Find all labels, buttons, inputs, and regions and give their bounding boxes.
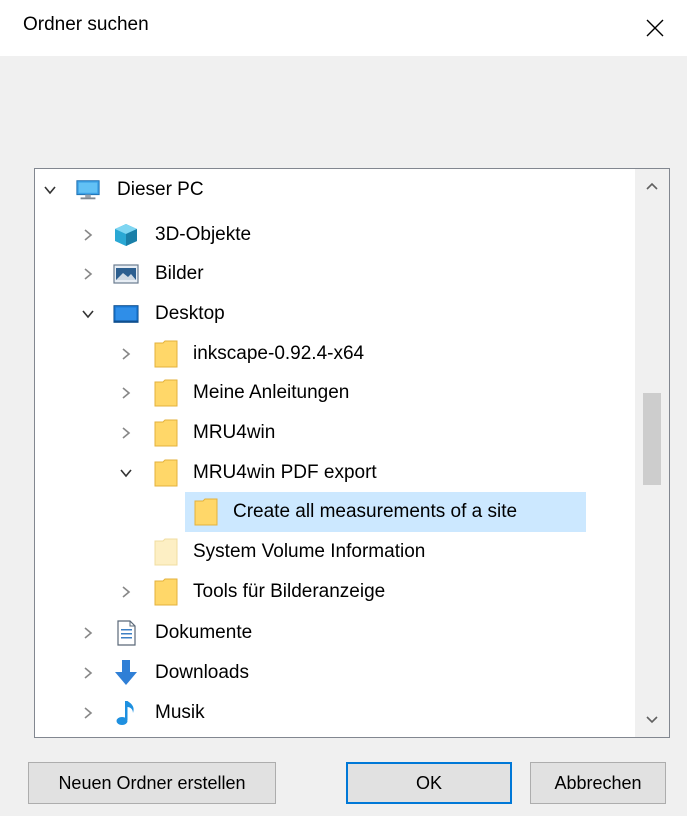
documents-icon [113,620,139,646]
title-bar: Ordner suchen [0,0,687,56]
chevron-down-icon [646,716,658,724]
tree-item-system-volume-information[interactable]: System Volume Information [35,532,635,572]
chevron-right-icon[interactable] [117,424,135,442]
tree-item-tools-fuer-bilderanzeige[interactable]: Tools für Bilderanzeige [35,572,635,612]
tree-item-create-all-measurements[interactable]: Create all measurements of a site [35,492,635,532]
tree-item-dieser-pc[interactable]: Dieser PC [35,170,635,210]
tree-item-label: Tools für Bilderanzeige [193,581,386,602]
chevron-right-icon[interactable] [117,345,135,363]
ok-button[interactable]: OK [346,762,512,804]
tree-item-label: Bilder [155,263,204,284]
tree-item-downloads[interactable]: Downloads [35,653,635,693]
chevron-right-icon[interactable] [79,265,97,283]
chevron-right-icon[interactable] [79,664,97,682]
folder-tree[interactable]: Dieser PC 3D-Objekte Bilder Desktop inks… [34,168,670,738]
chevron-right-icon[interactable] [79,226,97,244]
folder-icon [153,578,179,606]
tree-item-label: MRU4win [193,422,276,443]
tree-item-meine-anleitungen[interactable]: Meine Anleitungen [35,373,635,413]
chevron-down-icon[interactable] [79,305,97,323]
tree-item-desktop[interactable]: Desktop [35,294,635,334]
tree-item-label: Dieser PC [117,179,204,200]
tree-item-label: 3D-Objekte [155,224,252,245]
tree-item-3d-objekte[interactable]: 3D-Objekte [35,215,635,255]
hidden-folder-icon [153,538,179,566]
desktop-icon [113,301,139,327]
scroll-up-button[interactable] [635,169,669,203]
close-icon [646,19,664,37]
close-button[interactable] [623,0,687,56]
tree-item-musik[interactable]: Musik [35,693,635,733]
cancel-button[interactable]: Abbrechen [530,762,666,804]
computer-icon [75,177,101,203]
tree-item-dokumente[interactable]: Dokumente [35,613,635,653]
tree-item-mru4win-pdf-export[interactable]: MRU4win PDF export [35,453,635,493]
dialog-title: Ordner suchen [23,14,149,35]
chevron-right-icon[interactable] [117,583,135,601]
tree-item-label: Downloads [155,662,249,683]
chevron-right-icon[interactable] [79,704,97,722]
tree-item-mru4win[interactable]: MRU4win [35,413,635,453]
music-icon [113,700,139,726]
folder-icon [153,379,179,407]
folder-icon [153,459,179,487]
tree-item-bilder[interactable]: Bilder [35,254,635,294]
folder-icon [153,419,179,447]
chevron-down-icon[interactable] [117,464,135,482]
tree-item-label: inkscape-0.92.4-x64 [193,343,365,364]
folder-icon [153,340,179,368]
tree-item-label: Dokumente [155,622,253,643]
tree-item-inkscape[interactable]: inkscape-0.92.4-x64 [35,334,635,374]
tree-item-label: Meine Anleitungen [193,382,350,403]
downloads-icon [113,660,139,686]
chevron-up-icon [646,182,658,190]
tree-item-label: Musik [155,702,205,723]
tree-item-label: MRU4win PDF export [193,462,377,483]
chevron-down-icon[interactable] [41,181,59,199]
tree-item-label: Create all measurements of a site [233,501,518,522]
pictures-icon [113,261,139,287]
scroll-down-button[interactable] [635,703,669,737]
new-folder-button[interactable]: Neuen Ordner erstellen [28,762,276,804]
vertical-scrollbar[interactable] [635,169,669,737]
folder-icon [193,498,219,526]
tree-item-label: Desktop [155,303,225,324]
chevron-right-icon[interactable] [117,384,135,402]
3d-objects-icon [113,222,139,248]
chevron-right-icon[interactable] [79,624,97,642]
scroll-thumb[interactable] [643,393,661,485]
tree-item-label: System Volume Information [193,541,426,562]
